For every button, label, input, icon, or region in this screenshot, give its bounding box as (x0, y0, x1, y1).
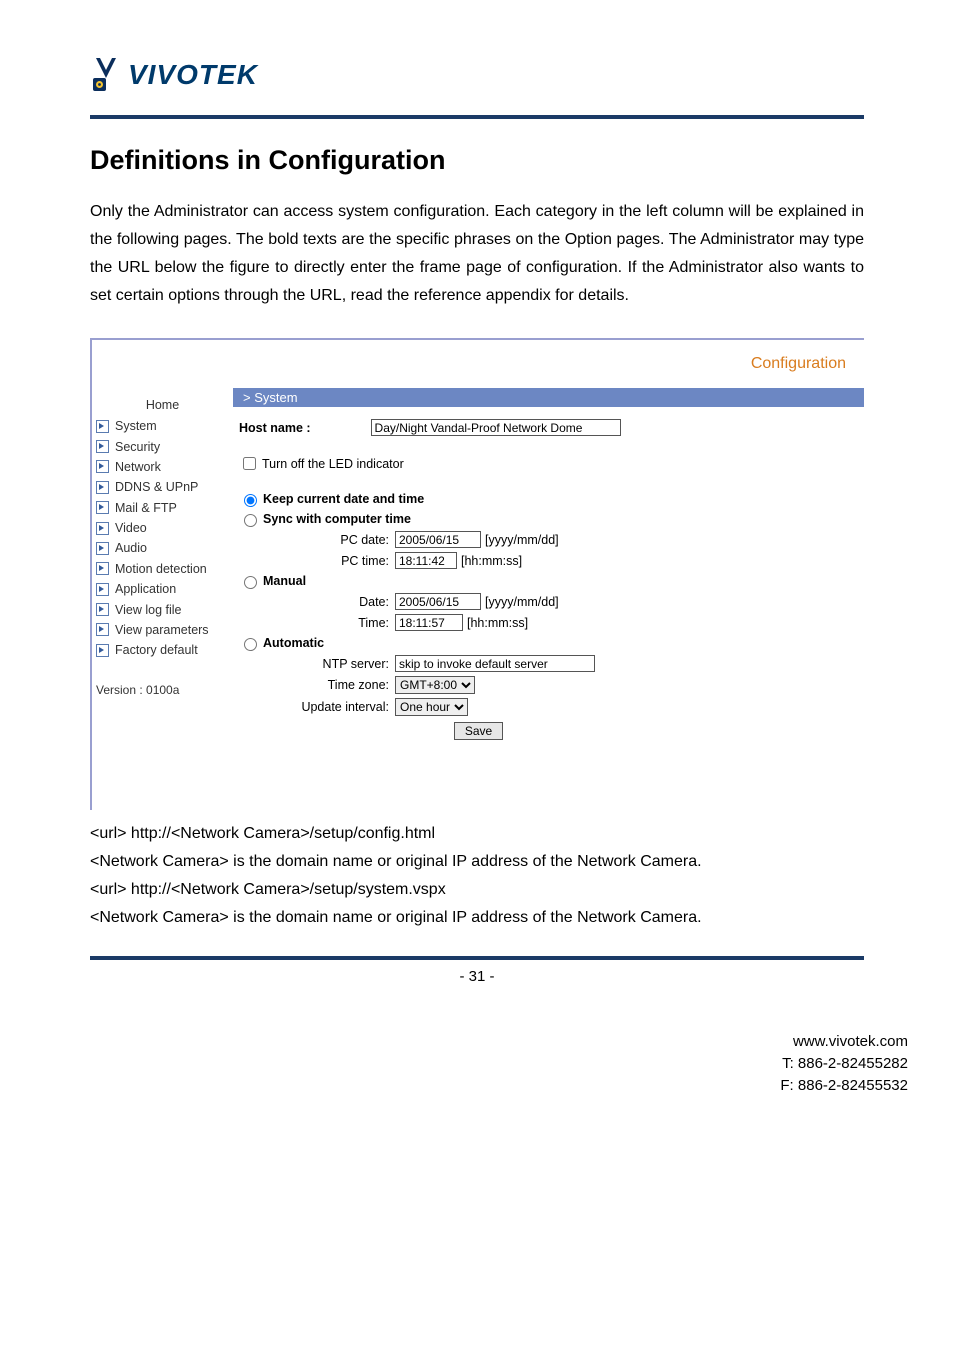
sidebar-item-audio[interactable]: Audio (92, 538, 233, 558)
manual-date-input[interactable] (395, 593, 481, 610)
timezone-select[interactable]: GMT+8:00 (395, 676, 475, 694)
intro-text: Only the Administrator can access system… (90, 198, 864, 310)
update-interval-label: Update interval: (239, 700, 395, 714)
pc-date-label: PC date: (239, 533, 395, 547)
manual-time-label: Time: (239, 616, 395, 630)
arrow-icon (96, 583, 109, 596)
pc-time-input[interactable] (395, 552, 457, 569)
time-format-hint-2: [hh:mm:ss] (467, 616, 528, 630)
radio-automatic[interactable] (244, 638, 257, 651)
sidebar-item-mailftp[interactable]: Mail & FTP (92, 498, 233, 518)
arrow-icon (96, 420, 109, 433)
update-interval-select[interactable]: One hour (395, 698, 468, 716)
radio-manual-label: Manual (263, 574, 306, 588)
url-line-1: <url> http://<Network Camera>/setup/conf… (90, 820, 864, 848)
sidebar-item-security[interactable]: Security (92, 436, 233, 456)
arrow-icon (96, 440, 109, 453)
sidebar-item-application[interactable]: Application (92, 579, 233, 599)
radio-sync[interactable] (244, 514, 257, 527)
sidebar-item-factory[interactable]: Factory default (92, 640, 233, 660)
arrow-icon (96, 501, 109, 514)
arrow-icon (96, 603, 109, 616)
url-desc-1: <Network Camera> is the domain name or o… (90, 848, 864, 876)
sidebar-item-system[interactable]: System (92, 416, 233, 436)
hostname-label: Host name : (239, 421, 371, 435)
save-button[interactable]: Save (454, 722, 503, 740)
sidebar-item-viewlog[interactable]: View log file (92, 599, 233, 619)
footer-site: www.vivotek.com (0, 1031, 908, 1053)
firmware-version: Version : 0100a (92, 661, 233, 697)
radio-keep-label: Keep current date and time (263, 492, 424, 506)
led-checkbox[interactable] (243, 457, 256, 470)
ntp-input[interactable] (395, 655, 595, 672)
footer: www.vivotek.com T: 886-2-82455282 F: 886… (0, 1015, 954, 1126)
page-number: - 31 - (90, 968, 864, 985)
arrow-icon (96, 460, 109, 473)
time-format-hint: [hh:mm:ss] (461, 554, 522, 568)
date-format-hint: [yyyy/mm/dd] (485, 533, 559, 547)
radio-keep[interactable] (244, 494, 257, 507)
logo: VIVOTEK (90, 58, 864, 97)
date-format-hint-2: [yyyy/mm/dd] (485, 595, 559, 609)
divider-bottom (90, 956, 864, 960)
sidebar-item-network[interactable]: Network (92, 457, 233, 477)
radio-sync-label: Sync with computer time (263, 512, 411, 526)
sidebar-item-ddns[interactable]: DDNS & UPnP (92, 477, 233, 497)
config-screenshot: Configuration Home System Security Netwo… (90, 338, 864, 810)
arrow-icon (96, 481, 109, 494)
url-line-2: <url> http://<Network Camera>/setup/syst… (90, 876, 864, 904)
arrow-icon (96, 522, 109, 535)
footer-fax: F: 886-2-82455532 (0, 1075, 908, 1097)
timezone-label: Time zone: (239, 678, 395, 692)
breadcrumb: > System (233, 388, 864, 407)
arrow-icon (96, 623, 109, 636)
pc-time-label: PC time: (239, 554, 395, 568)
arrow-icon (96, 542, 109, 555)
configuration-link[interactable]: Configuration (751, 355, 846, 373)
hostname-input[interactable] (371, 419, 621, 436)
sidebar-home[interactable]: Home (92, 394, 233, 416)
page-title: Definitions in Configuration (90, 145, 864, 176)
logo-icon (90, 58, 122, 92)
footer-tel: T: 886-2-82455282 (0, 1053, 908, 1075)
arrow-icon (96, 644, 109, 657)
url-desc-2: <Network Camera> is the domain name or o… (90, 904, 864, 932)
ntp-label: NTP server: (239, 657, 395, 671)
radio-manual[interactable] (244, 576, 257, 589)
manual-date-label: Date: (239, 595, 395, 609)
sidebar-item-motion[interactable]: Motion detection (92, 559, 233, 579)
sidebar-item-video[interactable]: Video (92, 518, 233, 538)
logo-text: VIVOTEK (128, 59, 258, 91)
pc-date-input[interactable] (395, 531, 481, 548)
arrow-icon (96, 562, 109, 575)
sidebar: Home System Security Network DDNS & UPnP… (92, 388, 233, 740)
sidebar-item-viewparams[interactable]: View parameters (92, 620, 233, 640)
manual-time-input[interactable] (395, 614, 463, 631)
radio-automatic-label: Automatic (263, 636, 324, 650)
led-label: Turn off the LED indicator (262, 457, 404, 471)
divider-top (90, 115, 864, 119)
